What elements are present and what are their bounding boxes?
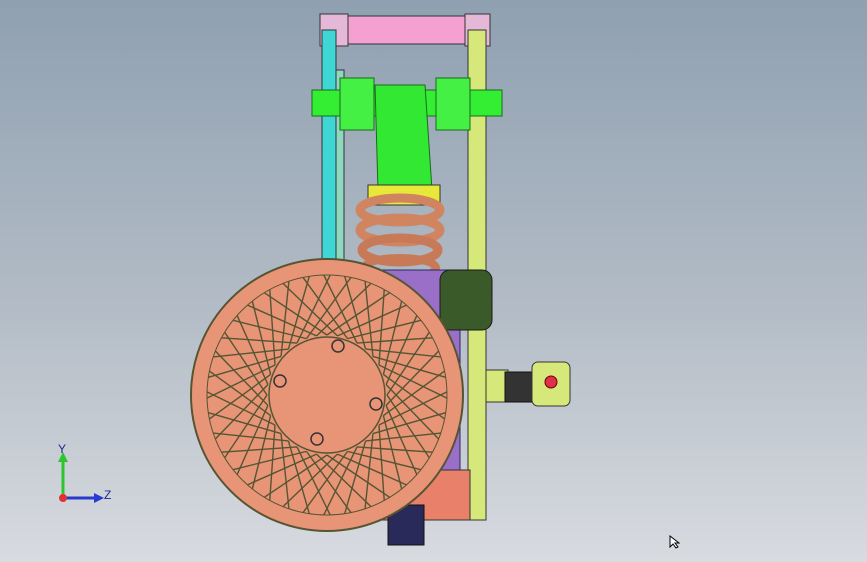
frame-neck bbox=[374, 84, 433, 191]
hub-bolt-1 bbox=[331, 339, 345, 353]
y-axis-label: Y bbox=[58, 442, 67, 456]
hub-bolt-4 bbox=[273, 374, 287, 388]
mouse-cursor-icon bbox=[669, 535, 680, 549]
spoked-wheel bbox=[190, 258, 464, 532]
z-axis-label: Z bbox=[104, 488, 112, 502]
hub-bolt-3 bbox=[310, 432, 324, 446]
pivot-hub-left bbox=[339, 77, 375, 131]
pivot-hub-right bbox=[435, 77, 471, 131]
motor-body bbox=[439, 269, 493, 331]
left-link-arm bbox=[321, 29, 337, 261]
universal-joint bbox=[485, 361, 571, 407]
top-mount-plate bbox=[334, 15, 476, 45]
wheel-suspension-assembly[interactable] bbox=[0, 0, 867, 562]
hub-bolt-2 bbox=[369, 397, 383, 411]
orientation-triad: Y Z bbox=[48, 440, 118, 510]
cad-viewport[interactable]: Y Z bbox=[0, 0, 867, 562]
wheel-hub-plate bbox=[268, 336, 386, 454]
